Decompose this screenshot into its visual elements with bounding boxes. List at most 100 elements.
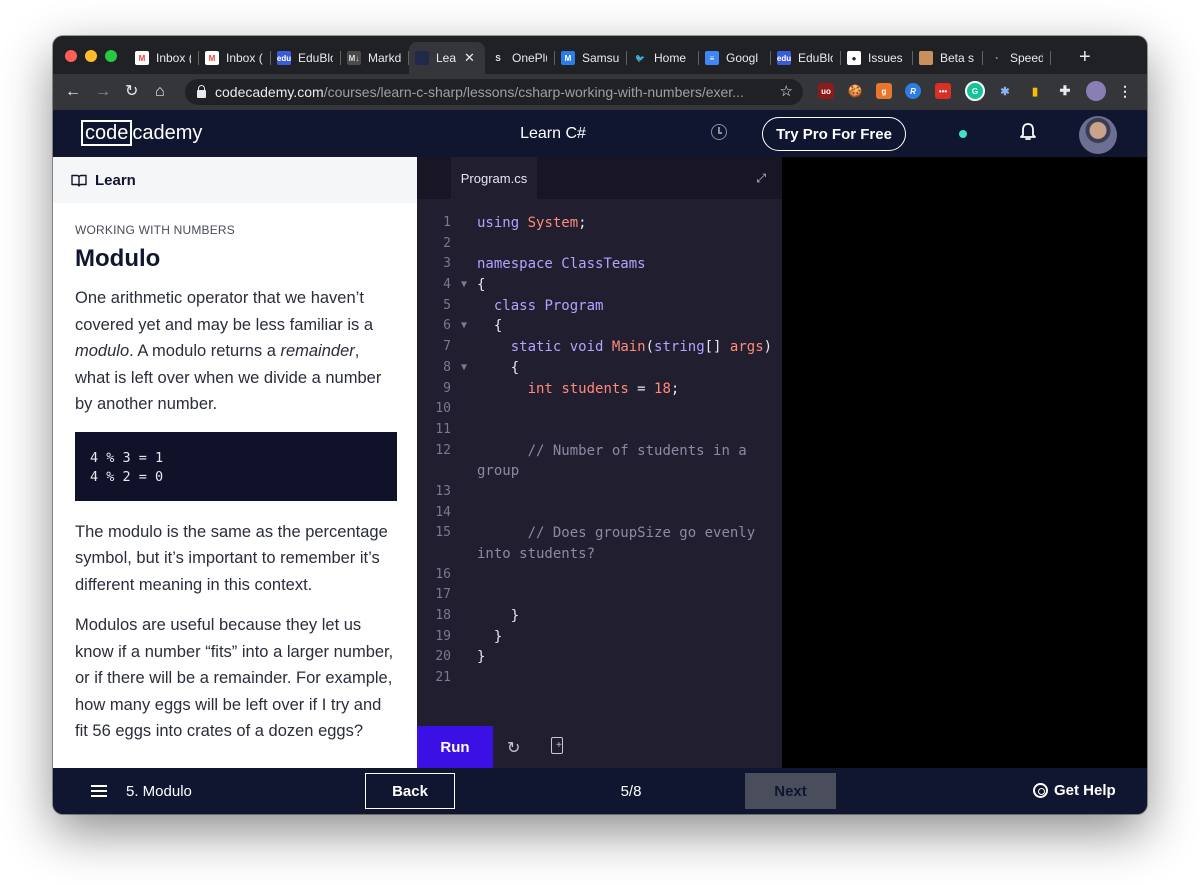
status-dot [959,130,967,138]
browser-tab[interactable]: M Samsu [555,42,627,74]
menu-hamburger-icon[interactable] [91,785,107,800]
code-line-text: // Does groupSize go evenly [527,525,756,542]
browser-tab[interactable]: M Inbox ( [129,42,199,74]
code-line[interactable]: 20} [417,647,782,668]
back-arrow-icon[interactable]: ← [65,82,81,102]
browser-tab-label: Markdo [368,51,401,65]
code-line[interactable]: 8 ▼ { [417,358,782,379]
browser-tab-label: EduBlo [298,51,333,65]
extensions-puzzle-icon[interactable]: ✚ [1057,83,1073,99]
code-line[interactable]: 17 [417,585,782,606]
line-number: 15 [435,525,451,541]
forward-arrow-icon[interactable]: → [95,82,111,102]
window-zoom-button[interactable] [105,50,117,62]
browser-tab[interactable]: ≡ Googl [699,42,771,74]
code-line[interactable]: 6 ▼ { [417,316,782,337]
code-line[interactable]: 1 using System; [417,213,782,234]
get-help-button[interactable]: Get Help [1033,782,1116,799]
code-line[interactable]: 11 [417,420,782,441]
browser-tab[interactable]: 🐦 Home [627,42,699,74]
ublock-extension-icon[interactable]: uo [818,83,834,99]
code-line[interactable]: 21 [417,668,782,689]
browser-tab[interactable]: M Inbox ( [199,42,271,74]
code-line[interactable]: 13 [417,482,782,503]
copy-to-clipboard-icon[interactable] [551,737,563,754]
code-line[interactable]: 10 [417,399,782,420]
lesson-footer: 5. Modulo Back 5/8 Next Get Help [53,768,1147,814]
browser-tab-label: Googl [726,51,759,65]
puzzle-extension-icon[interactable]: g [876,83,892,99]
window-minimize-button[interactable] [85,50,97,62]
color-extension-icon[interactable]: ▮ [1027,83,1043,99]
notification-bell-icon[interactable] [1019,122,1037,142]
code-line[interactable]: 9 int students = 18; [417,379,782,400]
edublocks-icon: edu [777,51,791,65]
markdown-icon: M↓ [347,51,361,65]
profile-avatar-icon[interactable] [1086,81,1106,101]
fold-arrow-icon[interactable]: ▼ [461,358,467,379]
user-avatar[interactable] [1079,116,1117,154]
lesson-eyebrow: WORKING WITH NUMBERS [75,223,235,237]
code-line-text: class Program [493,297,604,314]
browser-tab[interactable]: edu EduBlo [771,42,841,74]
grammarly-icon[interactable]: G [965,81,985,101]
browser-tab[interactable]: ◔ Speed [983,42,1051,74]
code-line-text: namespace ClassTeams [477,256,646,273]
fold-arrow-icon[interactable]: ▼ [461,275,467,296]
browser-tab[interactable]: edu EduBlo [271,42,341,74]
browser-tab[interactable]: Beta s [913,42,983,74]
back-button[interactable]: Back [365,773,455,809]
browser-tab-strip: M Inbox (M Inbox (edu EduBlo M↓ Markdo Lea ✕ S On… [53,36,1147,74]
home-icon[interactable]: ⌂ [155,82,165,102]
code-line[interactable]: 4 ▼ { [417,275,782,296]
bug-extension-icon[interactable]: ✱ [997,83,1013,99]
site-header: code cademy Learn C# Try Pro For Free [53,110,1147,157]
line-number: 20 [435,649,451,665]
code-line[interactable]: 7 static void Main(string[] args) [417,337,782,358]
line-number: 2 [443,235,451,251]
editor-tab-bar: Program.cs ⤢ [417,157,782,199]
window-close-button[interactable] [65,50,77,62]
fold-arrow-icon[interactable]: ▼ [461,316,467,337]
lesson-paragraph-3: Modulos are useful because they let us k… [75,616,394,740]
browser-tab[interactable]: Lea ✕ [409,42,485,74]
line-number: 7 [443,339,451,355]
bookmark-star-icon[interactable]: ☆ [780,82,793,100]
book-icon [71,174,87,187]
code-line[interactable]: 14 [417,503,782,524]
lesson-name[interactable]: 5. Modulo [126,783,192,800]
code-line-text: { [477,277,486,294]
close-tab-icon[interactable]: ✕ [464,50,475,66]
code-editor-panel: Program.cs ⤢ 1 using System; 2 3 namespace C… [417,157,782,768]
reset-code-icon[interactable]: ↻ [507,738,520,758]
browser-tab[interactable]: M↓ Markdo [341,42,409,74]
run-button[interactable]: Run [417,726,493,768]
code-line[interactable]: 3 namespace ClassTeams [417,254,782,275]
code-line[interactable]: 12 // Number of students in a group [417,441,782,482]
code-line[interactable]: 5 class Program [417,296,782,317]
line-number: 18 [435,608,451,624]
code-line-text: } [477,649,486,666]
dots-extension-icon[interactable]: ••• [935,83,951,99]
expand-icon[interactable]: ⤢ [756,171,766,186]
code-line[interactable]: 16 [417,565,782,586]
next-button[interactable]: Next [745,773,836,809]
code-line[interactable]: 2 [417,234,782,255]
cookie-extension-icon[interactable]: 🍪 [847,83,863,99]
code-line-text: using System; [477,215,587,231]
reload-icon[interactable]: ↻ [125,82,138,102]
r-extension-icon[interactable]: R [905,83,921,99]
browser-tab[interactable]: S OnePlu [485,42,555,74]
code-line[interactable]: 19 } [417,627,782,648]
codecademy-tab-icon [415,51,429,65]
browser-tab[interactable]: ● Issues [841,42,913,74]
new-tab-button[interactable]: + [1079,47,1091,67]
try-pro-button[interactable]: Try Pro For Free [762,117,906,151]
code-line[interactable]: 15 // Does groupSize go evenly into stude… [417,523,782,564]
code-area[interactable]: 1 using System; 2 3 namespace ClassTeams 4 ▼ {5… [417,213,782,689]
kebab-menu-icon[interactable]: ⋮ [1117,83,1133,99]
alarm-clock-icon[interactable] [711,124,727,140]
address-bar[interactable]: codecademy.com/courses/learn-c-sharp/les… [185,79,803,105]
file-tab-program-cs[interactable]: Program.cs [451,157,537,199]
code-line[interactable]: 18 } [417,606,782,627]
